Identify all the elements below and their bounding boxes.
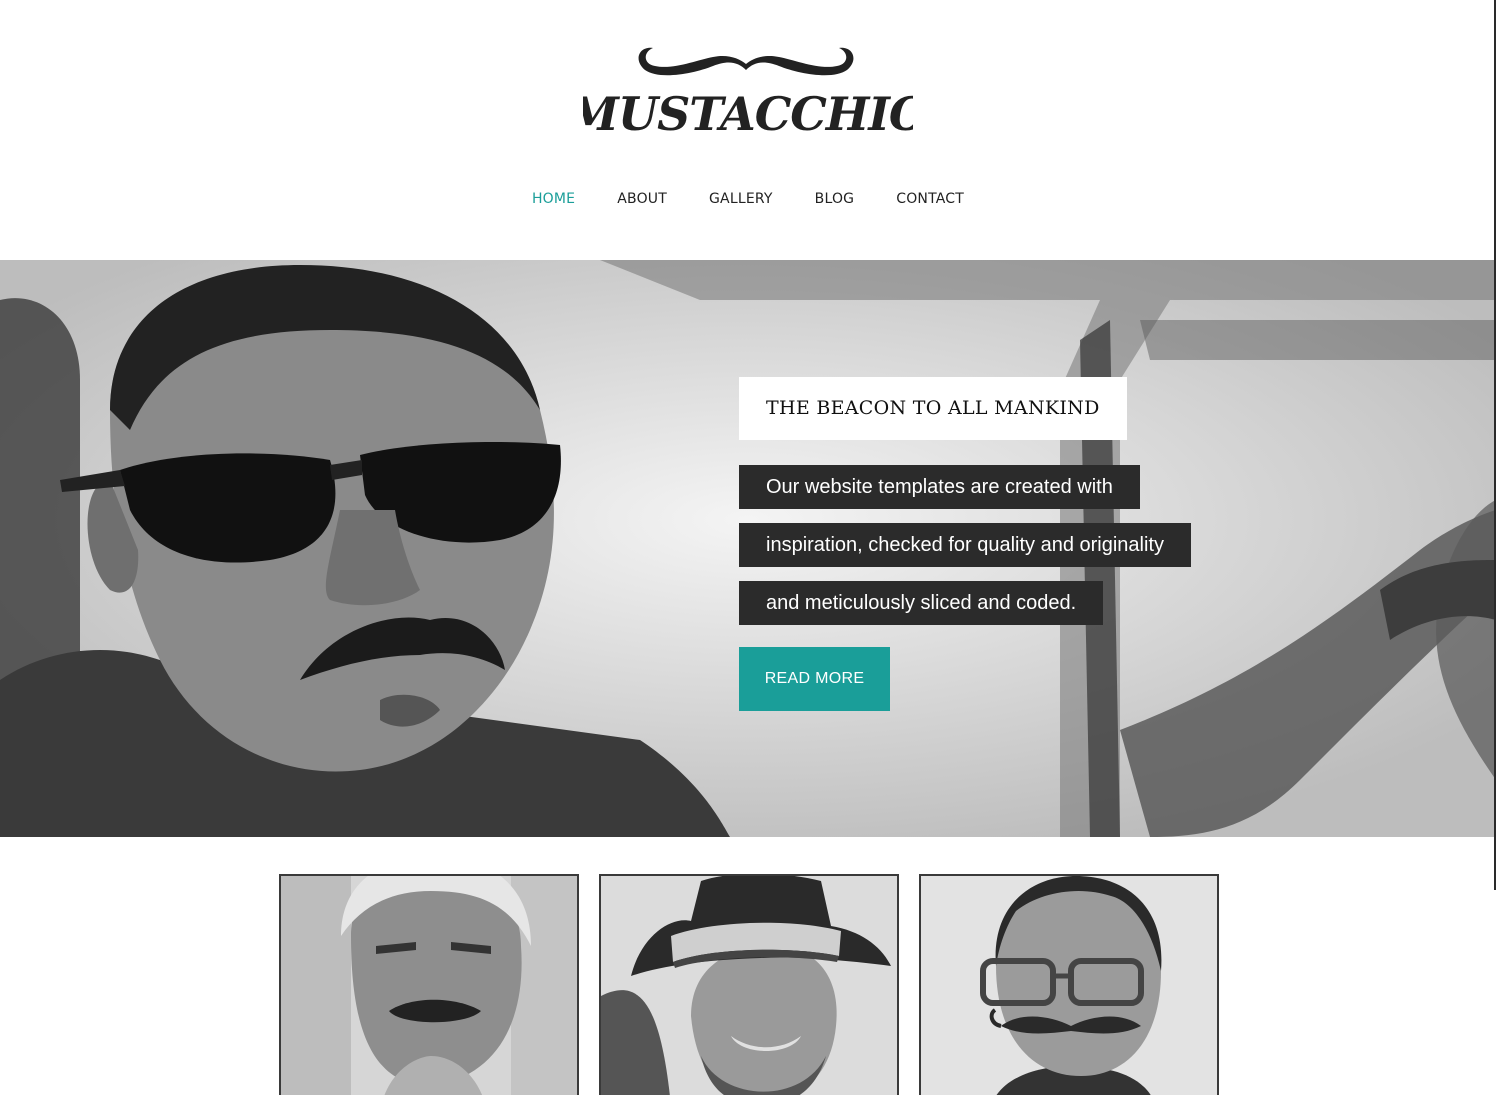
nav-gallery[interactable]: GALLERY: [688, 188, 794, 210]
nav-about[interactable]: ABOUT: [596, 188, 688, 210]
portrait-photo-2: [601, 876, 897, 1095]
hero-text-line-2: inspiration, checked for quality and ori…: [739, 523, 1191, 567]
nav-home[interactable]: HOME: [511, 188, 596, 210]
nav-blog[interactable]: BLOG: [794, 188, 876, 210]
read-more-button[interactable]: READ MORE: [739, 647, 890, 711]
portrait-photo-1: [281, 876, 577, 1095]
logo-wordmark: MUSTACCHIO: [583, 87, 913, 140]
hero-banner: THE BEACON TO ALL MANKIND Our website te…: [0, 260, 1496, 837]
page: MUSTACCHIO HOME ABOUT GALLERY BLOG CONTA…: [0, 0, 1496, 1095]
portrait-photo-3: [921, 876, 1217, 1095]
mustache-logo-icon: MUSTACCHIO: [583, 47, 913, 140]
brand-logo[interactable]: MUSTACCHIO: [583, 40, 913, 140]
hero-title: THE BEACON TO ALL MANKIND: [739, 377, 1127, 440]
nav-contact[interactable]: CONTACT: [875, 188, 985, 210]
portrait-card-1[interactable]: [279, 874, 579, 1095]
portrait-card-2[interactable]: [599, 874, 899, 1095]
portrait-card-3[interactable]: [919, 874, 1219, 1095]
main-nav: HOME ABOUT GALLERY BLOG CONTACT: [0, 188, 1496, 210]
hero-text-line-1: Our website templates are created with: [739, 465, 1140, 509]
hero-text-line-3: and meticulously sliced and coded.: [739, 581, 1104, 625]
